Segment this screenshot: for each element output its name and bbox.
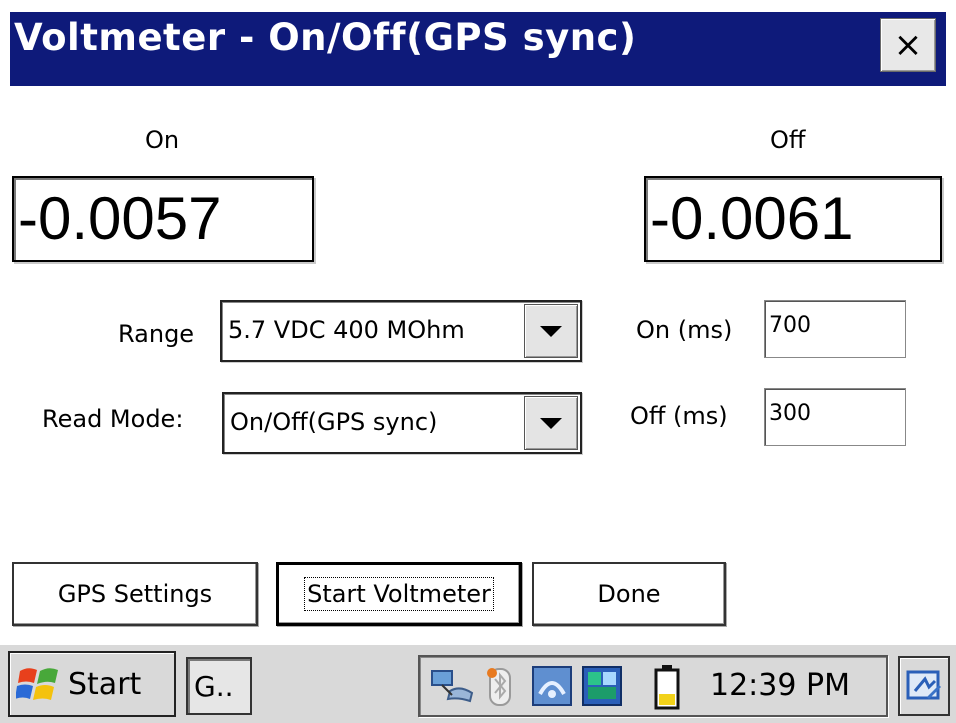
window-title: Voltmeter - On/Off(GPS sync) xyxy=(14,16,637,59)
done-label: Done xyxy=(597,580,661,608)
start-button[interactable]: Start xyxy=(8,651,176,717)
read-mode-label: Read Mode: xyxy=(42,405,184,433)
gps-client-icon[interactable] xyxy=(580,664,624,708)
gps-settings-label: GPS Settings xyxy=(57,580,213,608)
range-label: Range xyxy=(118,320,195,348)
read-mode-selected-value: On/Off(GPS sync) xyxy=(230,408,438,436)
on-reading-label: On xyxy=(145,126,180,154)
clock: 12:39 PM xyxy=(710,668,850,703)
windows-logo-icon xyxy=(16,668,58,700)
start-label: Start xyxy=(68,666,142,702)
battery-icon[interactable] xyxy=(654,664,680,710)
start-voltmeter-label: Start Voltmeter xyxy=(304,577,494,611)
bluetooth-icon[interactable] xyxy=(486,665,516,709)
on-ms-label: On (ms) xyxy=(636,316,733,344)
read-mode-dropdown-button[interactable] xyxy=(524,396,578,450)
wireless-manager-icon[interactable] xyxy=(530,664,574,708)
close-icon: × xyxy=(893,25,923,65)
off-ms-field[interactable]: 300 xyxy=(764,388,906,446)
gps-settings-button[interactable]: GPS Settings xyxy=(12,562,258,626)
desktop-button[interactable] xyxy=(898,656,950,716)
off-reading-label: Off xyxy=(770,126,806,154)
on-reading-display: -0.0057 xyxy=(12,176,314,262)
done-button[interactable]: Done xyxy=(532,562,726,626)
start-voltmeter-button[interactable]: Start Voltmeter xyxy=(276,562,522,626)
chevron-down-icon xyxy=(540,325,562,337)
network-icon[interactable] xyxy=(430,667,476,707)
taskbar-item[interactable]: G.. xyxy=(186,657,252,715)
desktop-icon xyxy=(906,670,941,700)
off-reading-display: -0.0061 xyxy=(644,176,942,262)
range-selected-value: 5.7 VDC 400 MOhm xyxy=(228,316,465,344)
off-ms-label: Off (ms) xyxy=(630,402,728,430)
range-dropdown-button[interactable] xyxy=(524,304,578,358)
close-button[interactable]: × xyxy=(880,18,936,72)
chevron-down-icon xyxy=(540,417,562,429)
on-ms-field[interactable]: 700 xyxy=(764,300,906,358)
